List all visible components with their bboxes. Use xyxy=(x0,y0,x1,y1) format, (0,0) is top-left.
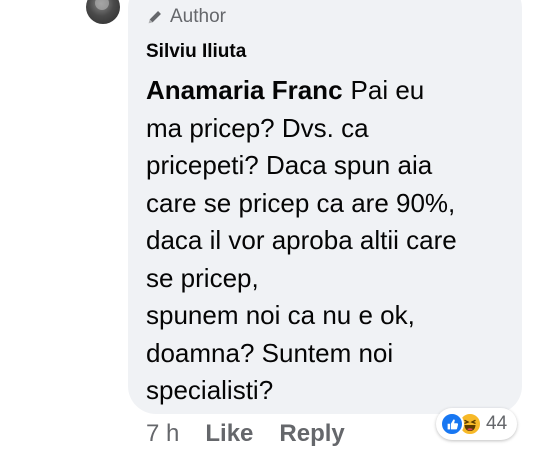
comment-text: Anamaria Franc Pai eu ma pricep? Dvs. ca … xyxy=(146,72,516,410)
reply-button[interactable]: Reply xyxy=(279,420,344,448)
comment-actions: 7 h Like Reply xyxy=(146,420,371,448)
author-badge: Author xyxy=(146,6,226,28)
mentioned-user[interactable]: Anamaria Franc xyxy=(146,75,343,105)
comment-text-content: Pai eu ma pricep? Dvs. ca pricepeti? Dac… xyxy=(146,75,457,405)
avatar[interactable] xyxy=(86,0,120,24)
comment-timestamp[interactable]: 7 h xyxy=(146,420,179,448)
author-badge-label: Author xyxy=(170,6,226,27)
pencil-icon xyxy=(148,11,161,24)
reaction-count: 44 xyxy=(486,413,508,434)
like-icon xyxy=(440,412,464,436)
reactions-summary[interactable]: 44 xyxy=(436,408,518,440)
comment-thread: Author Silviu Iliuta Anamaria Franc Pai e… xyxy=(0,0,540,467)
comment-author-name[interactable]: Silviu Iliuta xyxy=(146,41,246,63)
like-button[interactable]: Like xyxy=(205,420,253,448)
